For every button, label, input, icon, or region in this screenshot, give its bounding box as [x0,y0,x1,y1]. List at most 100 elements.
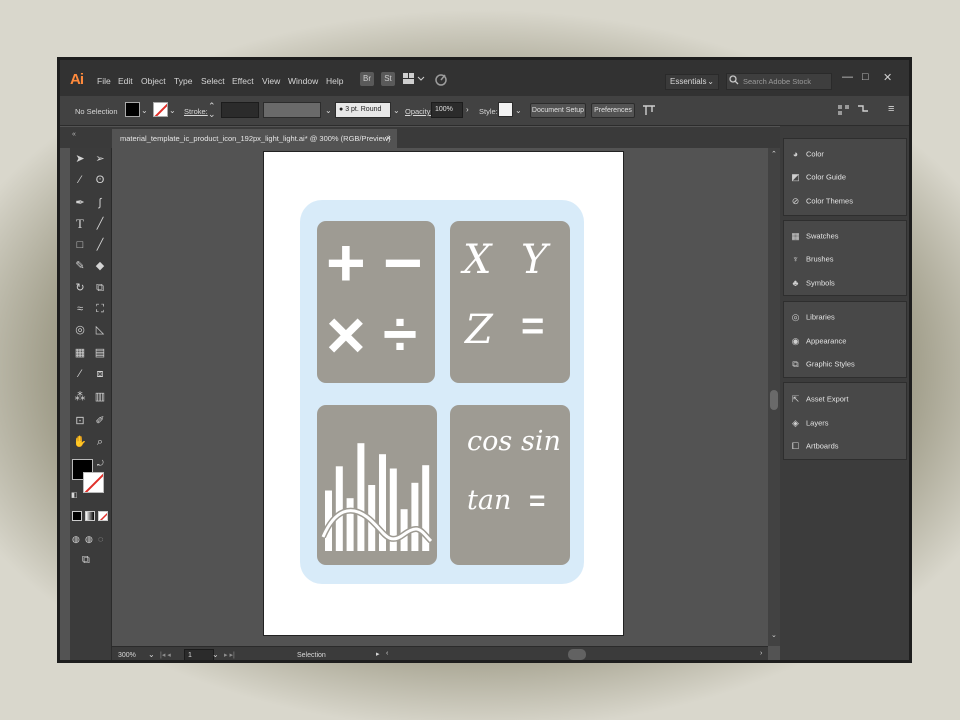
perspective-grid-tool-icon[interactable]: ◺ [92,322,108,338]
stroke-weight-field[interactable] [221,102,259,118]
curvature-tool-icon[interactable]: ∫ [92,195,108,211]
panel-color-guide[interactable]: ◩ Color Guide [790,172,846,183]
gradient-mode-icon[interactable] [85,511,95,521]
lasso-tool-icon[interactable]: ʘ [92,172,108,188]
symbol-sprayer-tool-icon[interactable]: ⁂ [72,389,88,405]
panel-asset-export[interactable]: ⇱ Asset Export [790,394,849,405]
menu-edit[interactable]: Edit [118,76,133,86]
menu-window[interactable]: Window [288,76,318,86]
scroll-thumb[interactable] [770,390,778,410]
stroke-swatch[interactable] [153,102,168,117]
minimize-icon[interactable]: — [842,71,853,83]
draw-inside-icon[interactable]: ◌ [98,534,103,544]
scroll-down-icon[interactable]: ⌄ [771,631,777,639]
opacity-field[interactable]: 100% [431,102,463,118]
panel-graphic-styles[interactable]: ⧉ Graphic Styles [790,359,855,370]
close-icon[interactable]: ✕ [883,71,892,84]
zoom-level[interactable]: 300% [118,652,136,659]
chevron-down-icon[interactable]: ⌄ [141,106,148,115]
scale-tool-icon[interactable]: ⧉ [92,280,108,296]
document-tab[interactable]: material_template_ic_product_icon_192px_… [112,129,397,148]
zoom-tool-icon[interactable]: ⌕ [92,434,108,450]
direct-selection-tool-icon[interactable]: ➢ [92,151,108,167]
gradient-tool-icon[interactable]: ▤ [92,345,108,361]
arrange-panels-icon[interactable] [837,104,851,116]
selection-tool-icon[interactable]: ➤ [72,151,88,167]
vertical-scrollbar[interactable]: ⌃ ⌄ [768,148,780,646]
panel-brushes[interactable]: ♆ Brushes [790,254,833,265]
menu-object[interactable]: Object [141,76,166,86]
stroke-color-box[interactable] [83,472,104,493]
variable-width-profile[interactable] [263,102,321,118]
scroll-right-icon[interactable]: › [760,650,762,657]
chevron-down-icon[interactable]: ⌄ [515,106,522,115]
panel-color-themes[interactable]: ⊘ Color Themes [790,196,853,207]
shaper-tool-icon[interactable]: ✎ [72,258,88,274]
chevron-down-icon[interactable]: ⌄ [148,650,155,659]
pen-tool-icon[interactable]: ✒ [72,195,88,211]
chevron-down-icon[interactable]: ⌄ [212,650,219,659]
collapse-toolbar-icon[interactable]: « [72,131,76,138]
first-artboard-icon[interactable]: |◂ ◂ [160,651,171,659]
type-tool-icon[interactable]: T [72,216,88,232]
screen-mode-icon[interactable]: ⧉ [82,554,90,567]
panel-libraries[interactable]: ◎ Libraries [790,312,835,323]
last-artboard-icon[interactable]: ▸ ▸| [224,651,235,659]
menu-help[interactable]: Help [326,76,343,86]
shape-builder-tool-icon[interactable]: ◎ [72,322,88,338]
scroll-up-icon[interactable]: ⌃ [771,150,777,158]
gpu-performance-icon[interactable] [434,73,448,87]
column-graph-tool-icon[interactable]: ▥ [92,389,108,405]
rectangle-tool-icon[interactable]: □ [72,237,88,253]
menu-type[interactable]: Type [174,76,192,86]
document-setup-button[interactable]: Document Setup [530,103,586,118]
eyedropper-tool-icon[interactable]: ⁄ [72,366,88,382]
chevron-right-icon[interactable]: › [466,105,469,114]
panel-symbols[interactable]: ♣ Symbols [790,278,835,289]
status-menu-icon[interactable]: ▸ [376,650,380,658]
transform-icon[interactable] [856,104,870,116]
panel-layers[interactable]: ◈ Layers [790,418,828,429]
panel-menu-icon[interactable]: ≡ [888,103,894,115]
rotate-tool-icon[interactable]: ↻ [72,280,88,296]
search-adobe-stock-input[interactable]: Search Adobe Stock [726,73,832,90]
stroke-label[interactable]: Stroke: [184,107,208,116]
panel-appearance[interactable]: ◉ Appearance [790,336,847,347]
artboard-number-field[interactable]: 1 [184,649,214,660]
color-mode-icon[interactable] [72,511,82,521]
menu-view[interactable]: View [262,76,280,86]
slice-tool-icon[interactable]: ✐ [92,413,108,429]
none-mode-icon[interactable] [98,511,108,521]
brush-definition[interactable]: ● 3 pt. Round [335,102,391,118]
scroll-left-icon[interactable]: ‹ [386,650,388,657]
opacity-label[interactable]: Opacity: [405,107,433,116]
eraser-tool-icon[interactable]: ◆ [92,258,108,274]
width-tool-icon[interactable]: ≈ [72,301,88,317]
menu-file[interactable]: File [97,76,111,86]
stroke-weight-stepper[interactable]: ⌃ ⌄ [208,102,216,119]
workspace-switcher[interactable]: Essentials ⌄ [665,74,719,90]
bridge-icon[interactable]: Br [360,72,374,86]
swap-fill-stroke-icon[interactable]: ⤾ [97,459,104,469]
chevron-down-icon[interactable]: ⌄ [393,106,400,115]
chevron-down-icon[interactable]: ⌄ [325,106,332,115]
draw-behind-icon[interactable]: ◍ [85,534,93,545]
panel-color[interactable]: ◕ Color [790,149,824,160]
artboard-tool-icon[interactable]: ⊡ [72,413,88,429]
paintbrush-tool-icon[interactable]: ╱ [92,237,108,253]
draw-normal-icon[interactable]: ◍ [72,534,80,545]
blend-tool-icon[interactable]: ⧈ [92,366,108,382]
preferences-button[interactable]: Preferences [591,103,635,118]
close-tab-icon[interactable]: × [386,129,391,148]
free-transform-tool-icon[interactable]: ⛶ [92,301,108,317]
graphic-style-swatch[interactable] [498,102,513,117]
mesh-tool-icon[interactable]: ▦ [72,345,88,361]
hand-tool-icon[interactable]: ✋ [72,434,88,450]
fill-swatch[interactable] [125,102,140,117]
panel-swatches[interactable]: ▦ Swatches [790,231,838,242]
menu-effect[interactable]: Effect [232,76,254,86]
chevron-down-icon[interactable]: ⌄ [169,106,176,115]
align-icon[interactable] [642,104,656,116]
default-fill-stroke-icon[interactable]: ◧ [71,491,78,499]
menu-select[interactable]: Select [201,76,225,86]
